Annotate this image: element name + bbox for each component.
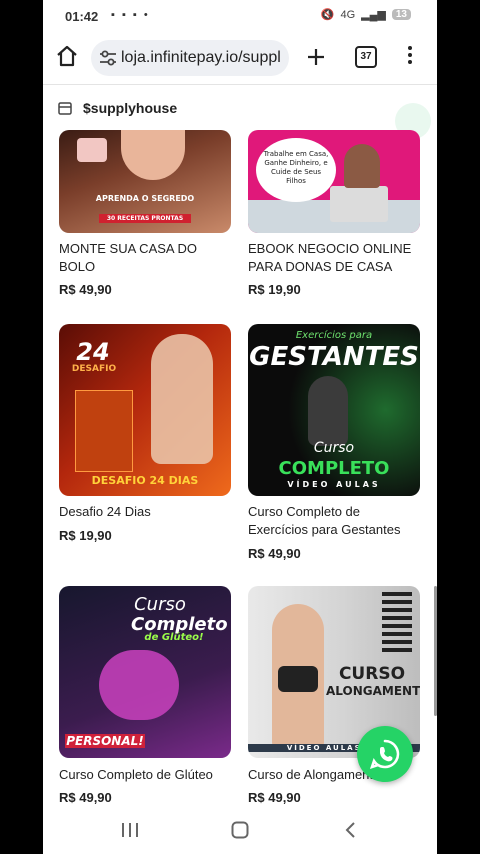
image-subline: PERSONAL! [65, 734, 145, 748]
product-image: Curso Completo de Glúteo! PERSONAL! [59, 586, 231, 758]
woman-shape [344, 144, 380, 188]
sports-top [278, 666, 318, 692]
browser-toolbar: loja.infinitepay.io/suppl 37 [43, 32, 437, 84]
signal-icon: ▂▄▆ [361, 9, 386, 21]
image-headline: APRENDA O SEGREDO [95, 194, 195, 203]
image-subline: DESAFIO 24 DIAS [91, 474, 199, 487]
product-image: Exercícios para GESTANTES Curso COMPLETO… [248, 324, 420, 496]
status-time: 01:42 [65, 9, 99, 24]
store-name: $supplyhouse [83, 100, 178, 116]
system-nav-bar [43, 806, 437, 854]
image-headline: Curso [134, 594, 186, 615]
product-price: R$ 49,90 [248, 790, 301, 805]
product-price: R$ 49,90 [248, 546, 301, 561]
image-top: Exercícios para [295, 330, 373, 341]
product-price: R$ 49,90 [59, 282, 112, 297]
woman-shape [308, 376, 348, 446]
address-bar[interactable]: loja.infinitepay.io/suppl [91, 40, 289, 76]
woman-shape [151, 334, 213, 464]
status-bar: 01:42 ▪ ▪ ▪ • 🔇 4G ▂▄▆ 13 [43, 0, 437, 32]
image-subline: 30 RECEITAS PRONTAS [99, 214, 191, 223]
whatsapp-button[interactable] [357, 726, 413, 782]
tab-switcher-button[interactable]: 37 [355, 46, 377, 68]
laptop-shape [330, 186, 388, 222]
status-right-icons: 🔇 4G ▂▄▆ 13 [321, 8, 411, 21]
back-icon[interactable] [343, 821, 357, 839]
image-mid: Curso [313, 440, 355, 456]
product-title[interactable]: Curso Completo de Exercícios para Gestan… [248, 503, 420, 539]
product-image: 24 DESAFIO DESAFIO 24 DIAS [59, 324, 231, 496]
notification-icons: ▪ ▪ ▪ • [111, 9, 150, 21]
tab-count: 37 [360, 51, 372, 62]
product-image: APRENDA O SEGREDO 30 RECEITAS PRONTAS [59, 130, 231, 233]
product-price: R$ 19,90 [248, 282, 301, 297]
image-headline: CURSO [338, 664, 406, 684]
battery-icon: 13 [391, 9, 411, 20]
url-text: loja.infinitepay.io/suppl [121, 49, 281, 66]
image-label: ALONGAMENTO [326, 684, 420, 698]
cake-slice [77, 138, 107, 162]
product-price: R$ 19,90 [59, 528, 112, 543]
product-box [75, 390, 133, 472]
product-title[interactable]: Desafio 24 Dias [59, 503, 231, 521]
pattern-decor [382, 592, 412, 652]
image-mid: de Glúteo! [144, 632, 204, 643]
product-price: R$ 49,90 [59, 790, 112, 805]
image-headline: Trabalhe em Casa, Ganhe Dinheiro, e Cuid… [263, 150, 329, 185]
phone-screen: 01:42 ▪ ▪ ▪ • 🔇 4G ▂▄▆ 13 loja.infinitep… [43, 0, 437, 854]
image-number: 24 [76, 338, 110, 366]
mute-icon: 🔇 [320, 9, 335, 21]
product-title[interactable]: MONTE SUA CASA DO BOLO [59, 240, 231, 276]
person-face [121, 130, 185, 180]
signal-label: 4G [340, 8, 356, 21]
recent-apps-icon[interactable] [121, 822, 139, 838]
athlete-shape [99, 650, 179, 720]
scrollbar[interactable] [434, 586, 437, 716]
image-label: DESAFIO [71, 364, 117, 374]
plus-icon[interactable] [306, 47, 326, 67]
image-label: COMPLETO [278, 458, 390, 479]
whatsapp-icon [369, 739, 400, 770]
store-icon [58, 102, 72, 115]
product-image: Trabalhe em Casa, Ganhe Dinheiro, e Cuid… [248, 130, 420, 233]
home-icon[interactable] [55, 42, 79, 70]
store-header: $supplyhouse [43, 84, 437, 139]
product-title[interactable]: Curso Completo de Glúteo [59, 766, 231, 784]
home-nav-icon[interactable] [231, 821, 249, 839]
site-settings-icon[interactable] [99, 50, 117, 66]
image-subline: VÍDEO AULAS [287, 480, 381, 489]
image-headline: GESTANTES [249, 342, 419, 372]
product-title[interactable]: EBOOK NEGOCIO ONLINE PARA DONAS DE CASA [248, 240, 420, 276]
more-vert-icon[interactable] [407, 46, 413, 68]
